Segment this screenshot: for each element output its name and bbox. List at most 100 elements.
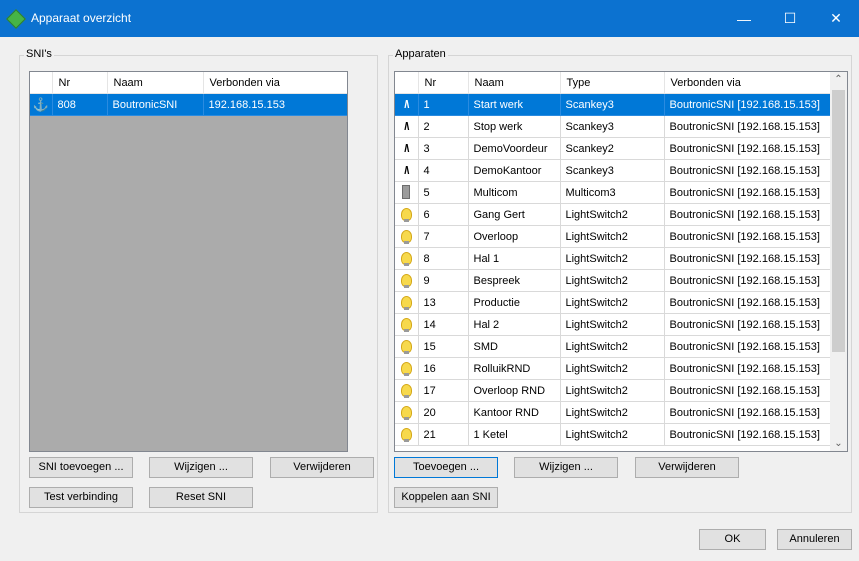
device-icon-cell: /\ xyxy=(395,115,419,138)
devices-list[interactable]: Nr Naam Type Verbonden via /\ 1 Start werk… xyxy=(394,71,848,452)
device-row-nr: 14 xyxy=(418,313,469,336)
device-row[interactable]: 20 Kantoor RND LightSwitch2 BoutronicSNI [1… xyxy=(395,401,831,424)
lightbulb-icon xyxy=(400,317,412,332)
device-row[interactable]: 6 Gang Gert LightSwitch2 BoutronicSNI [192.… xyxy=(395,203,831,226)
device-row-type: LightSwitch2 xyxy=(560,291,665,314)
ok-button[interactable]: OK xyxy=(699,529,766,550)
device-row[interactable]: 5 Multicom Multicom3 BoutronicSNI [192.168.… xyxy=(395,181,831,204)
devices-col-nr[interactable]: Nr xyxy=(418,72,469,94)
lightbulb-icon xyxy=(400,251,412,266)
device-edit-button[interactable]: Wijzigen ... xyxy=(514,457,618,478)
maximize-button[interactable]: ☐ xyxy=(767,0,813,37)
device-row-type: LightSwitch2 xyxy=(560,423,665,446)
device-icon-cell xyxy=(395,225,419,248)
sni-row[interactable]: ⚓ 808 BoutronicSNI 192.168.15.153 xyxy=(30,93,347,116)
device-row-verbonden: BoutronicSNI [192.168.15.153] xyxy=(664,137,831,160)
devices-col-type[interactable]: Type xyxy=(560,72,665,94)
device-icon-cell: /\ xyxy=(395,137,419,160)
sni-header-row: Nr Naam Verbonden via xyxy=(30,72,347,94)
sni-col-icon xyxy=(30,72,53,94)
device-row-verbonden: BoutronicSNI [192.168.15.153] xyxy=(664,379,831,402)
devices-col-verbonden[interactable]: Verbonden via xyxy=(664,72,831,94)
device-row-naam: Kantoor RND xyxy=(468,401,561,424)
device-row-naam: SMD xyxy=(468,335,561,358)
device-row-type: LightSwitch2 xyxy=(560,401,665,424)
minimize-button[interactable]: — xyxy=(721,0,767,37)
device-row[interactable]: /\ 3 DemoVoordeur Scankey2 BoutronicSNI [192… xyxy=(395,137,831,160)
lightbulb-icon xyxy=(400,229,412,244)
device-icon-cell xyxy=(395,269,419,292)
device-row[interactable]: 14 Hal 2 LightSwitch2 BoutronicSNI [192.168… xyxy=(395,313,831,336)
device-row[interactable]: 9 Bespreek LightSwitch2 BoutronicSNI [192.1… xyxy=(395,269,831,292)
scankey-icon: /\ xyxy=(404,142,409,155)
device-row[interactable]: 15 SMD LightSwitch2 BoutronicSNI [192.168.1… xyxy=(395,335,831,358)
device-row-verbonden: BoutronicSNI [192.168.15.153] xyxy=(664,357,831,380)
device-row-type: Scankey3 xyxy=(560,115,665,138)
device-row[interactable]: 16 RolluikRND LightSwitch2 BoutronicSNI [19… xyxy=(395,357,831,380)
sni-row-nr: 808 xyxy=(52,93,108,116)
lightbulb-icon xyxy=(400,383,412,398)
device-row-type: Scankey3 xyxy=(560,159,665,182)
device-icon-cell xyxy=(395,423,419,446)
device-row[interactable]: /\ 4 DemoKantoor Scankey3 BoutronicSNI [192.… xyxy=(395,159,831,182)
sni-col-naam[interactable]: Naam xyxy=(107,72,204,94)
device-row-verbonden: BoutronicSNI [192.168.15.153] xyxy=(664,93,831,116)
device-row-type: LightSwitch2 xyxy=(560,247,665,270)
lightbulb-icon xyxy=(400,361,412,376)
dialog-body: SNI's Nr Naam Verbonden via ⚓ 808 Boutro… xyxy=(0,37,859,561)
device-row[interactable]: 13 Productie LightSwitch2 BoutronicSNI [192… xyxy=(395,291,831,314)
device-row-verbonden: BoutronicSNI [192.168.15.153] xyxy=(664,115,831,138)
devices-group-label: Apparaten xyxy=(393,48,448,60)
devices-scrollbar[interactable]: ⌃ ⌄ xyxy=(830,72,847,451)
device-row-nr: 7 xyxy=(418,225,469,248)
title-bar: Apparaat overzicht — ☐ ✕ xyxy=(0,0,859,37)
device-row-nr: 4 xyxy=(418,159,469,182)
device-row-naam: Productie xyxy=(468,291,561,314)
devices-col-naam[interactable]: Naam xyxy=(468,72,561,94)
scroll-up-icon[interactable]: ⌃ xyxy=(830,74,847,85)
device-row-type: LightSwitch2 xyxy=(560,269,665,292)
device-row[interactable]: /\ 1 Start werk Scankey3 BoutronicSNI [192.1… xyxy=(395,93,831,116)
device-row[interactable]: 21 1 Ketel LightSwitch2 BoutronicSNI [192.1… xyxy=(395,423,831,446)
device-row-verbonden: BoutronicSNI [192.168.15.153] xyxy=(664,335,831,358)
scankey-icon: /\ xyxy=(404,98,409,111)
sni-col-nr[interactable]: Nr xyxy=(52,72,108,94)
device-row[interactable]: 17 Overloop RND LightSwitch2 BoutronicSNI [… xyxy=(395,379,831,402)
device-row-type: Scankey2 xyxy=(560,137,665,160)
device-icon-cell xyxy=(395,357,419,380)
devices-col-icon xyxy=(395,72,419,94)
close-button[interactable]: ✕ xyxy=(813,0,859,37)
sni-list[interactable]: Nr Naam Verbonden via ⚓ 808 BoutronicSNI… xyxy=(29,71,348,452)
device-row-type: LightSwitch2 xyxy=(560,313,665,336)
device-row-naam: 1 Ketel xyxy=(468,423,561,446)
device-row-nr: 1 xyxy=(418,93,469,116)
sni-add-button[interactable]: SNI toevoegen ... xyxy=(29,457,133,478)
sni-col-verbonden[interactable]: Verbonden via xyxy=(203,72,347,94)
device-row-type: LightSwitch2 xyxy=(560,379,665,402)
device-add-button[interactable]: Toevoegen ... xyxy=(394,457,498,478)
device-row[interactable]: 8 Hal 1 LightSwitch2 BoutronicSNI [192.168.… xyxy=(395,247,831,270)
link-to-sni-button[interactable]: Koppelen aan SNI xyxy=(394,487,498,508)
reset-sni-button[interactable]: Reset SNI xyxy=(149,487,253,508)
test-connection-button[interactable]: Test verbinding xyxy=(29,487,133,508)
device-row-nr: 15 xyxy=(418,335,469,358)
device-row-nr: 5 xyxy=(418,181,469,204)
device-row[interactable]: 7 Overloop LightSwitch2 BoutronicSNI [192.1… xyxy=(395,225,831,248)
device-row-naam: Stop werk xyxy=(468,115,561,138)
device-row[interactable]: /\ 2 Stop werk Scankey3 BoutronicSNI [192.16… xyxy=(395,115,831,138)
sni-delete-button[interactable]: Verwijderen xyxy=(270,457,374,478)
device-row-type: Multicom3 xyxy=(560,181,665,204)
device-delete-button[interactable]: Verwijderen xyxy=(635,457,739,478)
sni-edit-button[interactable]: Wijzigen ... xyxy=(149,457,253,478)
device-icon-cell xyxy=(395,203,419,226)
scroll-thumb[interactable] xyxy=(832,90,845,352)
sni-row-naam: BoutronicSNI xyxy=(107,93,204,116)
lightbulb-icon xyxy=(400,339,412,354)
cancel-button[interactable]: Annuleren xyxy=(777,529,852,550)
scankey-icon: /\ xyxy=(404,164,409,177)
device-row-nr: 17 xyxy=(418,379,469,402)
device-row-verbonden: BoutronicSNI [192.168.15.153] xyxy=(664,247,831,270)
scroll-down-icon[interactable]: ⌄ xyxy=(830,438,847,449)
lightbulb-icon xyxy=(400,295,412,310)
lightbulb-icon xyxy=(400,405,412,420)
